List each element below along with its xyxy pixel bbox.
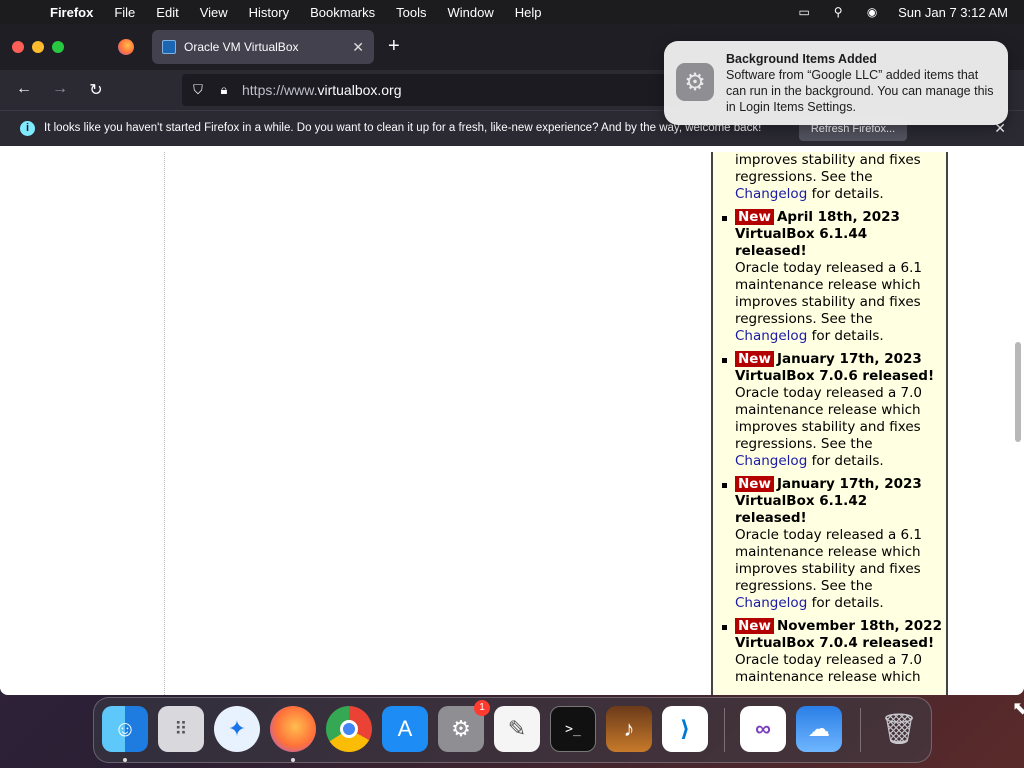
firefox-dock-icon[interactable]: [270, 706, 316, 752]
url-domain: virtualbox.org: [317, 82, 402, 98]
background-items-notification[interactable]: ⚙ Background Items Added Software from “…: [664, 41, 1008, 125]
forward-arrow-icon[interactable]: →: [50, 80, 70, 98]
menu-bookmarks[interactable]: Bookmarks: [310, 5, 375, 20]
news-item: New November 18th, 2022 VirtualBox 7.0.4 …: [722, 618, 942, 686]
zoom-window-button[interactable]: [52, 41, 64, 53]
dock-separator: [860, 708, 861, 752]
garageband-icon[interactable]: ♪: [606, 706, 652, 752]
menu-view[interactable]: View: [200, 5, 228, 20]
launchpad-icon[interactable]: ⠿: [158, 706, 204, 752]
safari-icon[interactable]: ✦: [214, 706, 260, 752]
news-sidebar: improves stability and fixes regressions…: [711, 152, 948, 695]
news-item: New April 18th, 2023 VirtualBox 6.1.44 re…: [722, 209, 942, 345]
control-center-icon[interactable]: ◉: [864, 5, 880, 19]
tab-virtualbox[interactable]: Oracle VM VirtualBox ✕: [152, 30, 374, 64]
info-icon: i: [20, 121, 35, 136]
reload-icon[interactable]: ↻: [86, 80, 106, 100]
page-scrollbar[interactable]: [1015, 342, 1021, 442]
firefox-view-button[interactable]: [110, 32, 142, 62]
changelog-link[interactable]: Changelog: [735, 453, 807, 469]
vscode-icon[interactable]: ⟩: [662, 706, 708, 752]
menubar-clock[interactable]: Sun Jan 7 3:12 AM: [898, 5, 1008, 20]
menu-window[interactable]: Window: [448, 5, 494, 20]
textedit-icon[interactable]: ✎: [494, 706, 540, 752]
app-store-icon[interactable]: A: [382, 706, 428, 752]
url-prefix: https://www.: [242, 82, 318, 98]
infobar-message: It looks like you haven't started Firefo…: [44, 122, 762, 134]
terminal-icon[interactable]: >_: [550, 706, 596, 752]
settings-notification-badge: 1: [474, 700, 490, 716]
notification-title: Background Items Added: [726, 52, 877, 66]
visual-studio-icon[interactable]: ∞: [740, 706, 786, 752]
new-badge: New: [735, 476, 774, 492]
spotlight-search-icon[interactable]: ⚲: [830, 5, 846, 19]
firefox-icon: [118, 39, 134, 55]
news-item: New January 17th, 2023 VirtualBox 7.0.6 r…: [722, 351, 942, 470]
news-body: Oracle today released a 7.0 maintenance …: [735, 652, 923, 685]
screen-mirroring-icon[interactable]: ▭: [796, 5, 812, 19]
news-body: Oracle today released a 6.1 maintenance …: [735, 260, 923, 327]
changelog-link[interactable]: Changelog: [735, 186, 807, 202]
lock-icon[interactable]: 🔒︎: [216, 82, 232, 98]
changelog-link[interactable]: Changelog: [735, 595, 807, 611]
window-controls: [12, 41, 64, 53]
system-settings-icon[interactable]: ⚙ 1: [438, 700, 490, 752]
virtualbox-favicon-icon: [162, 40, 176, 54]
notification-body: Software from “Google LLC” added items t…: [726, 68, 994, 114]
new-badge: New: [735, 351, 774, 367]
firefox-running-dot: [291, 758, 295, 762]
menu-history[interactable]: History: [249, 5, 289, 20]
page-content: improves stability and fixes regressions…: [0, 152, 1024, 695]
chrome-icon[interactable]: [326, 706, 372, 752]
new-badge: New: [735, 209, 774, 225]
dock-separator: [724, 708, 725, 752]
close-window-button[interactable]: [12, 41, 24, 53]
news-item-partial: improves stability and fixes regressions…: [735, 152, 921, 202]
menu-firefox[interactable]: Firefox: [50, 5, 93, 20]
minimize-window-button[interactable]: [32, 41, 44, 53]
changelog-link[interactable]: Changelog: [735, 328, 807, 344]
menu-file[interactable]: File: [114, 5, 135, 20]
address-bar[interactable]: ⛉ 🔒︎ https://www. virtualbox.org: [182, 74, 682, 106]
dock: ☺ ⠿ ✦ A ⚙ 1 ✎ >_ ♪ ⟩ ∞ ☁ 🗑︎: [93, 697, 932, 763]
menu-bar: Firefox File Edit View History Bookmarks…: [0, 0, 1024, 24]
weather-icon[interactable]: ☁: [796, 706, 842, 752]
tracking-protection-shield-icon[interactable]: ⛉: [190, 82, 206, 98]
tab-title: Oracle VM VirtualBox: [184, 40, 299, 54]
content-divider: [164, 152, 165, 695]
menu-help[interactable]: Help: [515, 5, 542, 20]
new-tab-button[interactable]: +: [388, 36, 400, 56]
new-badge: New: [735, 618, 774, 634]
menu-edit[interactable]: Edit: [156, 5, 178, 20]
system-settings-gear-icon: ⚙: [676, 63, 714, 101]
news-item: New January 17th, 2023 VirtualBox 6.1.42 …: [722, 476, 942, 612]
menu-tools[interactable]: Tools: [396, 5, 426, 20]
finder-running-dot: [123, 758, 127, 762]
news-body: Oracle today released a 7.0 maintenance …: [735, 385, 923, 452]
mouse-pointer-icon: ⬉: [1012, 698, 1024, 718]
trash-icon[interactable]: 🗑︎: [876, 706, 922, 752]
finder-icon[interactable]: ☺: [102, 706, 148, 752]
close-tab-icon[interactable]: ✕: [352, 39, 364, 56]
news-body: Oracle today released a 6.1 maintenance …: [735, 527, 923, 594]
back-arrow-icon[interactable]: ←: [14, 80, 34, 98]
